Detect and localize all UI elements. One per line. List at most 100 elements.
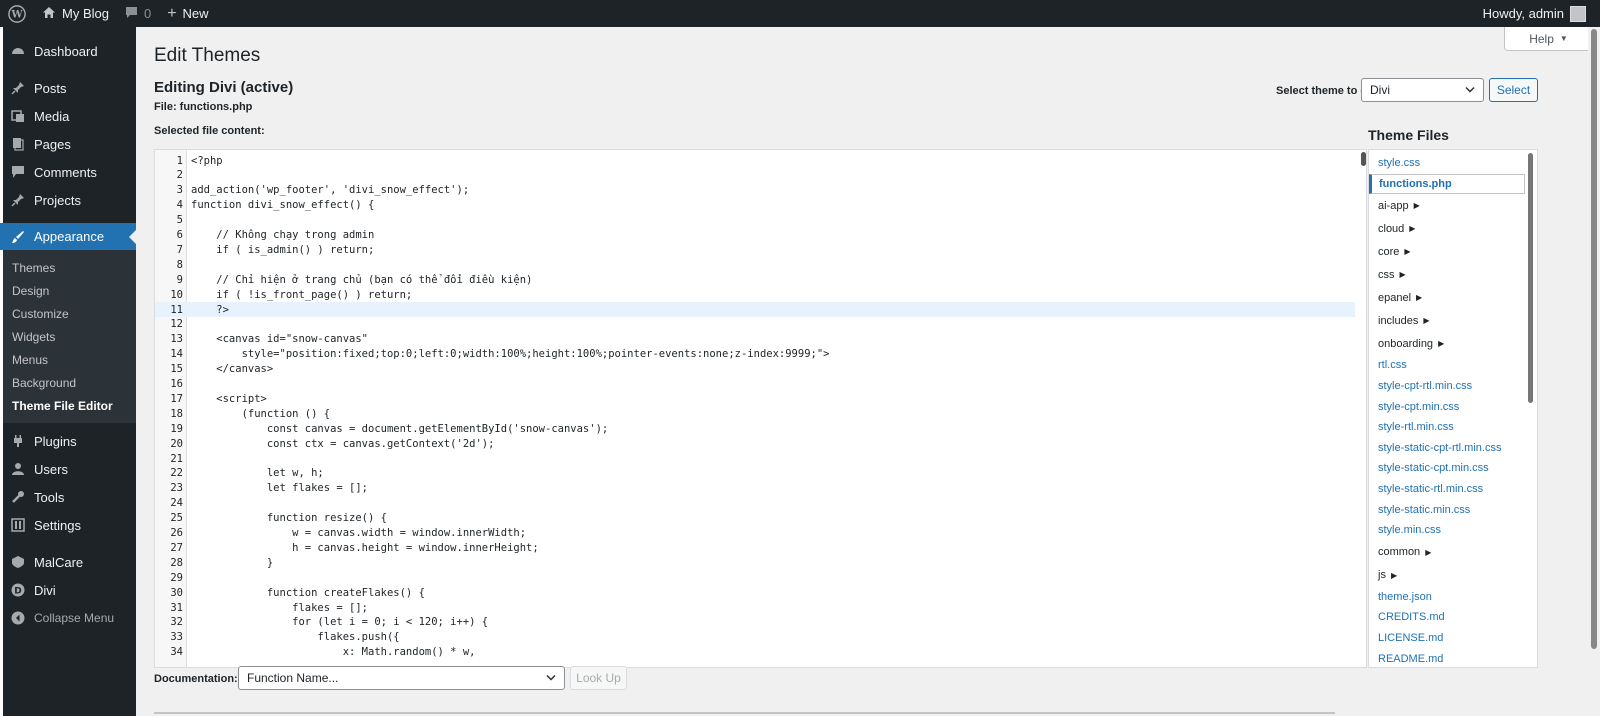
code-editor[interactable]: 1 <?php 2 3 add_action('wp_footer', 'divi_sn…	[154, 149, 1367, 668]
code-line[interactable]: 12	[155, 317, 1355, 332]
editor-scrollbar[interactable]	[1360, 150, 1366, 667]
site-name-link[interactable]: My Blog	[34, 0, 117, 27]
wordpress-logo-icon[interactable]: W	[0, 0, 34, 27]
page-scrollbar-thumb[interactable]	[1591, 29, 1597, 649]
code-line[interactable]: 29	[155, 570, 1355, 585]
sidebar-item-media[interactable]: Media	[0, 102, 136, 130]
code-line[interactable]: 21	[155, 451, 1355, 466]
theme-file-item[interactable]: style-cpt.min.css	[1369, 396, 1537, 417]
help-button[interactable]: Help ▼	[1504, 27, 1593, 51]
code-line[interactable]: 24	[155, 496, 1355, 511]
pin-icon	[10, 192, 26, 208]
code-line[interactable]: 17 <script>	[155, 391, 1355, 406]
theme-file-item[interactable]: style-static-rtl.min.css	[1369, 479, 1537, 500]
sidebar-item-dashboard[interactable]: Dashboard	[0, 37, 136, 65]
theme-select[interactable]: Divi	[1361, 78, 1484, 102]
code-line[interactable]: 25 function resize() {	[155, 511, 1355, 526]
code-line[interactable]: 15 </canvas>	[155, 362, 1355, 377]
code-line[interactable]: 8	[155, 257, 1355, 272]
theme-folder-item[interactable]: epanel ▶	[1369, 286, 1537, 309]
sidebar-item-malcare[interactable]: MalCare	[0, 548, 136, 576]
file-name: style-cpt.min.css	[1378, 400, 1460, 413]
code-line[interactable]: 31 flakes = [];	[155, 600, 1355, 615]
theme-file-item[interactable]: style-rtl.min.css	[1369, 417, 1537, 438]
theme-folder-item[interactable]: css ▶	[1369, 263, 1537, 286]
code-line[interactable]: 4 function divi_snow_effect() {	[155, 198, 1355, 213]
select-theme-button[interactable]: Select	[1489, 78, 1538, 102]
editor-scrollbar-thumb[interactable]	[1361, 152, 1366, 166]
sidebar-item-posts[interactable]: Posts	[0, 74, 136, 102]
code-line[interactable]: 9 // Chỉ hiện ở trang chủ (bạn có thể đổ…	[155, 272, 1355, 287]
account-menu[interactable]: Howdy, admin	[1475, 0, 1600, 27]
user-icon	[10, 461, 26, 477]
code-line[interactable]: 11 ?>	[155, 302, 1355, 317]
theme-folder-item[interactable]: ai-app ▶	[1369, 194, 1537, 217]
page-icon	[10, 136, 26, 152]
code-line[interactable]: 13 <canvas id="snow-canvas"	[155, 332, 1355, 347]
submenu-customize[interactable]: Customize	[0, 302, 136, 325]
code-line[interactable]: 6 // Không chạy trong admin	[155, 228, 1355, 243]
code-line[interactable]: 33 flakes.push({	[155, 630, 1355, 645]
line-number: 9	[176, 273, 183, 286]
theme-folder-item[interactable]: js ▶	[1369, 564, 1537, 587]
code-line[interactable]: 27 h = canvas.height = window.innerHeigh…	[155, 540, 1355, 555]
code-line[interactable]: 16	[155, 377, 1355, 392]
page-scrollbar[interactable]	[1588, 27, 1600, 716]
theme-folder-item[interactable]: includes ▶	[1369, 309, 1537, 332]
sidebar-item-tools[interactable]: Tools	[0, 483, 136, 511]
theme-file-item[interactable]: style-static-cpt-rtl.min.css	[1369, 438, 1537, 459]
sidebar-item-pages[interactable]: Pages	[0, 130, 136, 158]
submenu-background[interactable]: Background	[0, 371, 136, 394]
code-line[interactable]: 30 function createFlakes() {	[155, 585, 1355, 600]
theme-folder-item[interactable]: onboarding ▶	[1369, 332, 1537, 355]
theme-file-item[interactable]: rtl.css	[1369, 355, 1537, 376]
theme-file-item[interactable]: style-static.min.css	[1369, 499, 1537, 520]
theme-folder-item[interactable]: common ▶	[1369, 541, 1537, 564]
code-line[interactable]: 5	[155, 213, 1355, 228]
submenu-themes[interactable]: Themes	[0, 256, 136, 279]
code-line[interactable]: 3 add_action('wp_footer', 'divi_snow_effe…	[155, 183, 1355, 198]
submenu-design[interactable]: Design	[0, 279, 136, 302]
code-line[interactable]: 10 if ( !is_front_page() ) return;	[155, 287, 1355, 302]
code-line[interactable]: 22 let w, h;	[155, 466, 1355, 481]
sidebar-item-users[interactable]: Users	[0, 455, 136, 483]
theme-file-item[interactable]: functions.php	[1369, 173, 1525, 195]
comments-link[interactable]: 0	[117, 0, 159, 27]
submenu-menus[interactable]: Menus	[0, 348, 136, 371]
function-name-select[interactable]: Function Name...	[238, 666, 565, 690]
code-line[interactable]: 14 style="position:fixed;top:0;left:0;wi…	[155, 347, 1355, 362]
theme-file-item[interactable]: CREDITS.md	[1369, 607, 1537, 628]
sidebar-item-comments[interactable]: Comments	[0, 158, 136, 186]
code-line[interactable]: 18 (function () {	[155, 406, 1355, 421]
theme-file-item[interactable]: LICENSE.md	[1369, 628, 1537, 649]
code-line[interactable]: 32 for (let i = 0; i < 120; i++) {	[155, 615, 1355, 630]
sidebar-item-settings[interactable]: Settings	[0, 511, 136, 539]
collapse-menu-button[interactable]: Collapse Menu	[0, 604, 136, 632]
sidebar-item-divi[interactable]: D Divi	[0, 576, 136, 604]
theme-file-item[interactable]: style.css	[1369, 153, 1537, 174]
sidebar-item-projects[interactable]: Projects	[0, 186, 136, 214]
code-line[interactable]: 23 let flakes = [];	[155, 481, 1355, 496]
theme-folder-item[interactable]: core ▶	[1369, 240, 1537, 263]
new-content-link[interactable]: + New	[159, 0, 216, 27]
code-line[interactable]: 20 const ctx = canvas.getContext('2d');	[155, 436, 1355, 451]
submenu-widgets[interactable]: Widgets	[0, 325, 136, 348]
code-line[interactable]: 34 x: Math.random() * w,	[155, 645, 1355, 660]
theme-file-item[interactable]: theme.json	[1369, 587, 1537, 608]
submenu-theme-file-editor[interactable]: Theme File Editor	[0, 394, 136, 417]
code-line[interactable]: 26 w = canvas.width = window.innerWidth;	[155, 526, 1355, 541]
sidebar-item-plugins[interactable]: Plugins	[0, 427, 136, 455]
code-line[interactable]: 19 const canvas = document.getElementByI…	[155, 421, 1355, 436]
theme-file-item[interactable]: style.min.css	[1369, 520, 1537, 541]
code-line[interactable]: 28 }	[155, 555, 1355, 570]
code-line[interactable]: 7 if ( is_admin() ) return;	[155, 242, 1355, 257]
theme-file-item[interactable]: style-cpt-rtl.min.css	[1369, 376, 1537, 397]
code-line[interactable]: 1 <?php	[155, 153, 1355, 168]
theme-files-scrollbar[interactable]	[1528, 153, 1533, 403]
look-up-button[interactable]: Look Up	[570, 666, 627, 690]
theme-folder-item[interactable]: cloud ▶	[1369, 217, 1537, 240]
theme-file-item[interactable]: README.md	[1369, 648, 1537, 667]
theme-file-item[interactable]: style-static-cpt.min.css	[1369, 458, 1537, 479]
sidebar-item-appearance[interactable]: Appearance	[0, 223, 136, 250]
code-line[interactable]: 2	[155, 168, 1355, 183]
